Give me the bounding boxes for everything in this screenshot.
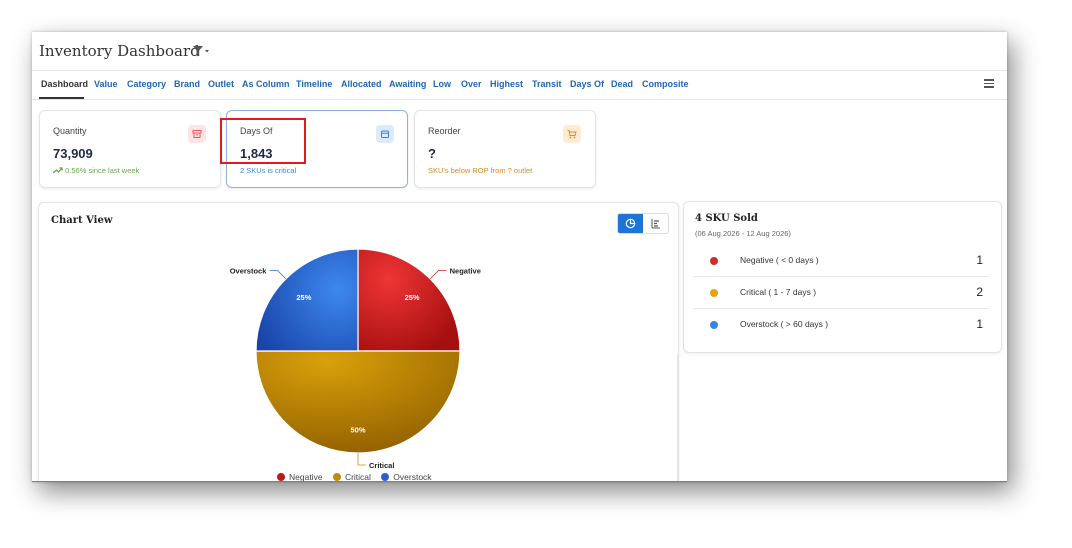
legend-label: Critical <box>344 472 371 482</box>
status-dot <box>710 257 718 265</box>
legend-dot <box>381 473 390 481</box>
legend-label: Negative <box>289 472 323 482</box>
leader-line <box>269 269 287 280</box>
sku-sold-panel: 4 SKU Sold (06 Aug 2026 - 12 Aug 2026) N… <box>683 201 1002 353</box>
sku-row-label: Negative ( < 0 days ) <box>740 255 819 265</box>
sku-panel-title: 4 SKU Sold <box>695 213 758 224</box>
slice-category-label: Negative <box>450 266 481 275</box>
slice-category-label: Critical <box>369 461 394 470</box>
slice-percent-label: 25% <box>405 293 420 302</box>
legend-item-critical[interactable]: Critical <box>332 472 371 482</box>
pie-slice-critical[interactable] <box>255 350 461 454</box>
status-dot <box>710 289 718 297</box>
sku-row-overstock[interactable]: Overstock ( > 60 days ) 1 <box>693 308 989 340</box>
slice-percent-label: 25% <box>296 293 311 302</box>
slice-category-label: Overstock <box>230 266 268 275</box>
chart-legend: Negative Critical Overstock <box>277 472 432 482</box>
slice-percent-label: 50% <box>350 426 365 435</box>
legend-dot <box>332 473 341 481</box>
sku-row-label: Critical ( 1 - 7 days ) <box>740 287 817 297</box>
legend-item-negative[interactable]: Negative <box>277 472 323 482</box>
status-dot <box>710 321 718 329</box>
date-range: (06 Aug 2026 - 12 Aug 2026) <box>695 229 791 238</box>
sku-row-count: 1 <box>976 253 983 267</box>
legend-label: Overstock <box>393 472 432 482</box>
sku-row-label: Overstock ( > 60 days ) <box>740 319 829 329</box>
app-window: Inventory Dashboard Dashboard Value Cate… <box>32 32 1007 482</box>
sku-row-critical[interactable]: Critical ( 1 - 7 days ) 2 <box>693 276 989 309</box>
sku-row-negative[interactable]: Negative ( < 0 days ) 1 <box>693 244 989 277</box>
sku-row-count: 1 <box>976 317 983 331</box>
legend-item-overstock[interactable]: Overstock <box>381 472 432 482</box>
leader-line <box>357 453 366 466</box>
legend-dot <box>277 473 285 481</box>
sku-row-count: 2 <box>976 285 983 299</box>
leader-line <box>429 269 447 280</box>
panel-divider <box>677 354 678 482</box>
